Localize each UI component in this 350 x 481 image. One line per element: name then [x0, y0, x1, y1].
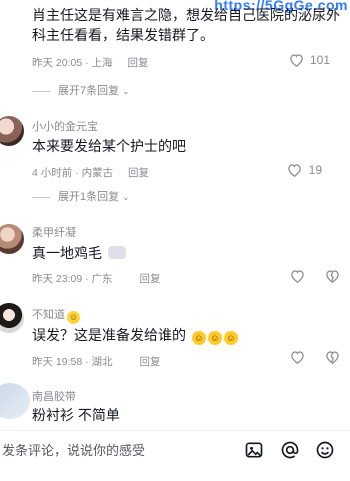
smile-emoji-icon: ☺ [67, 311, 80, 324]
comment-time: 昨天 23:09 · 广东 [32, 273, 113, 285]
expand-divider [32, 196, 50, 198]
heart-outline-icon [288, 164, 302, 178]
sticker-emoji-icon [107, 246, 126, 259]
chevron-down-icon: ⌄ [122, 86, 130, 96]
expand-replies-button[interactable]: 展开1条回复 ⌄ [32, 188, 130, 204]
comment-text: 本来要发给某个护士的吧 [32, 138, 186, 154]
smile-icon [316, 441, 334, 459]
chevron-down-icon: ⌄ [122, 192, 130, 202]
comment-meta: 昨天 20:05 · 上海 回复 [32, 55, 148, 70]
like-button[interactable]: 19 [287, 163, 322, 178]
like-count: 101 [309, 53, 330, 67]
like-button[interactable] [290, 350, 308, 365]
reply-button[interactable]: 回复 [128, 167, 149, 179]
comment-text-body: 误发？这是准备发给谁的 [32, 327, 186, 343]
expand-label: 展开1条回复 [58, 191, 120, 203]
comment-username[interactable]: 柔甲纤凝 [32, 224, 76, 240]
dislike-button[interactable] [325, 350, 340, 369]
dislike-button[interactable] [325, 269, 340, 288]
comment-text: 粉衬衫 不简单 [32, 407, 120, 423]
comment-time: 昨天 19:58 · 湖北 [32, 356, 113, 368]
reply-button[interactable]: 回复 [139, 273, 160, 285]
laugh-emoji-icon: ☺ [223, 331, 238, 345]
comment-text: 真一地鸡毛 [32, 243, 332, 263]
like-button[interactable]: 101 [289, 53, 330, 68]
comment-text-body: 真一地鸡毛 [32, 245, 102, 261]
laugh-emoji-icon: ☺ [207, 331, 222, 345]
avatar[interactable] [0, 224, 24, 254]
comment-meta: 昨天 23:09 · 广东 回复 [32, 271, 160, 286]
like-count: 19 [308, 163, 322, 177]
comment-text: 误发？这是准备发给谁的 ☺ ☺ ☺ [32, 325, 332, 345]
heart-outline-icon [291, 351, 304, 365]
comment-text: 肖主任这是有难言之隐，想发给自己医院的泌尿外科主任看看，结果发错群了。 [32, 7, 340, 43]
mention-button[interactable] [280, 440, 300, 465]
emoji-button[interactable] [315, 440, 335, 465]
avatar[interactable] [0, 303, 24, 333]
comment-time: 4 小时前 · 内蒙古 [32, 167, 114, 179]
comment-input-bar: 发条评论，说说你的感受 [0, 430, 350, 481]
avatar[interactable] [0, 383, 30, 419]
comment-meta: 4 小时前 · 内蒙古 回复 [32, 165, 149, 180]
at-icon [281, 441, 299, 459]
reply-button[interactable]: 回复 [139, 356, 160, 368]
comment-username[interactable]: 不知道 ☺ [32, 306, 80, 324]
broken-heart-icon [326, 270, 339, 284]
expand-replies-button[interactable]: 展开7条回复 ⌄ [32, 82, 130, 98]
avatar[interactable] [0, 116, 24, 146]
image-icon [245, 442, 263, 458]
expand-divider [32, 90, 50, 92]
comment-meta: 昨天 19:58 · 湖北 回复 [32, 354, 160, 369]
username-label: 不知道 [32, 309, 65, 321]
expand-label: 展开7条回复 [58, 85, 120, 97]
laugh-emoji-icon: ☺ [191, 331, 206, 345]
heart-outline-icon [291, 270, 304, 284]
reply-button[interactable]: 回复 [127, 57, 148, 69]
comment-time: 昨天 20:05 · 上海 [32, 57, 113, 69]
like-button[interactable] [290, 269, 308, 284]
comment-username[interactable]: 南昌胶带 [32, 388, 76, 404]
image-button[interactable] [244, 440, 264, 465]
broken-heart-icon [326, 351, 339, 365]
comment-input[interactable]: 发条评论，说说你的感受 [2, 440, 145, 459]
heart-outline-icon [289, 54, 303, 68]
comment-username[interactable]: 小小的金元宝 [32, 118, 98, 134]
